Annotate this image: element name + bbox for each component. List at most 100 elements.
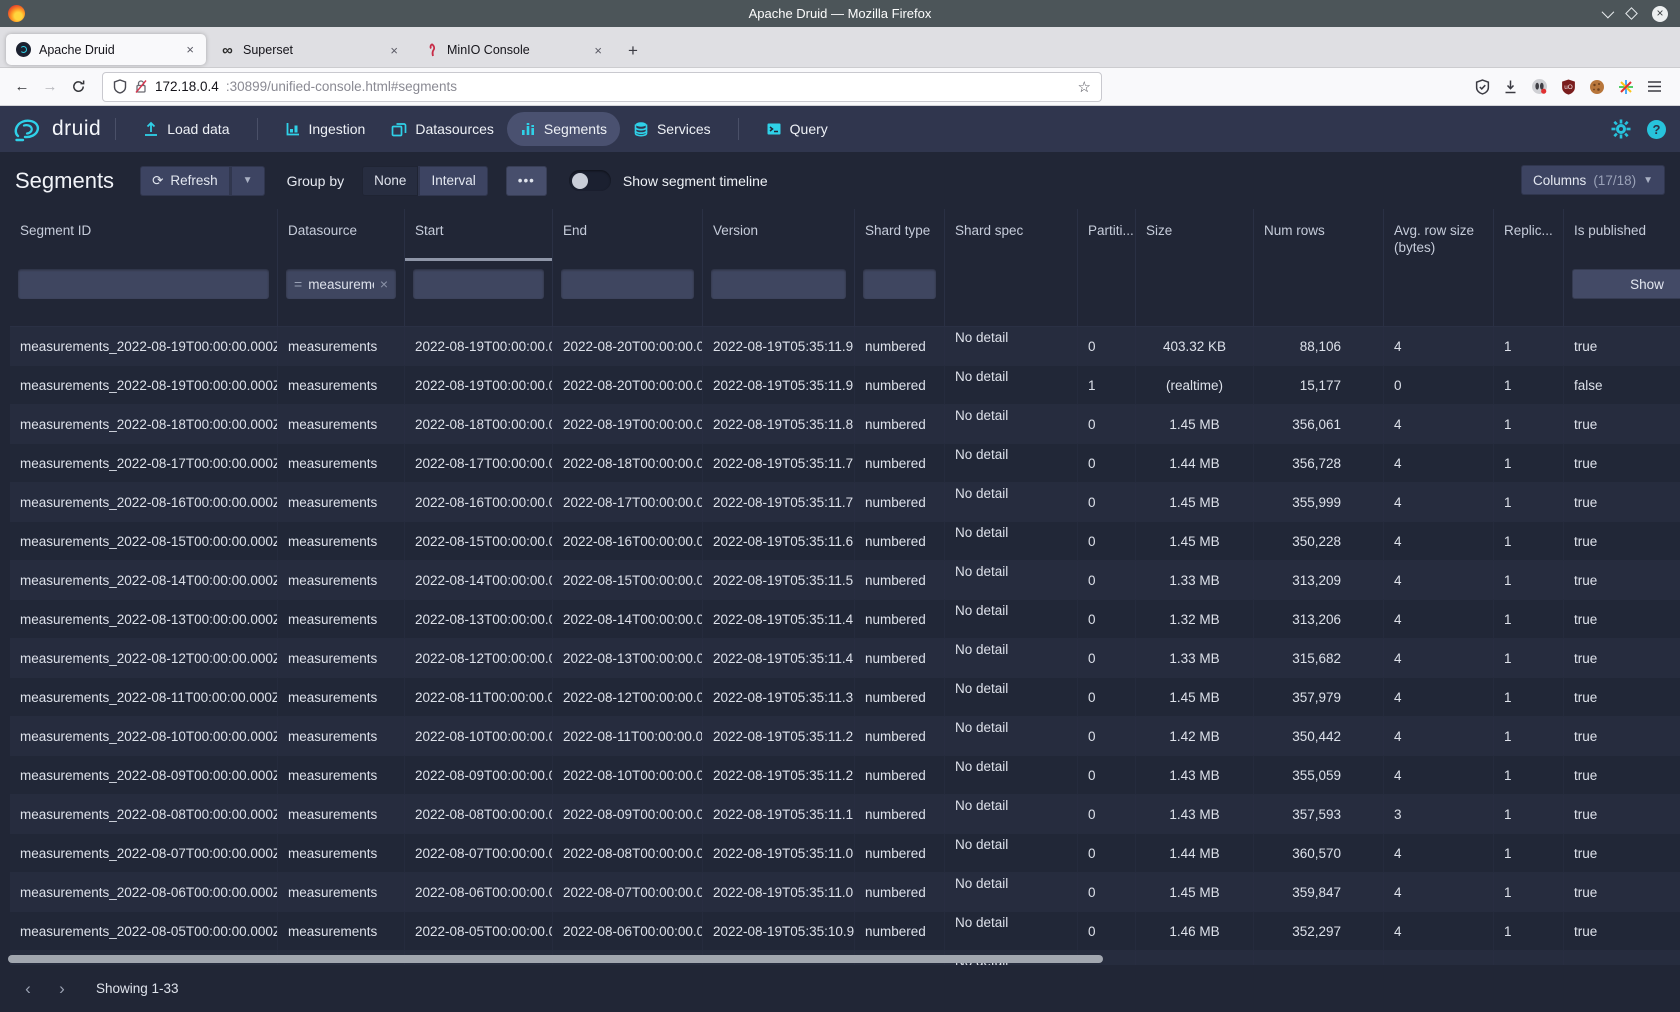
protections-shield-icon[interactable] xyxy=(1475,79,1490,95)
column-header-shard_type[interactable]: Shard type xyxy=(855,209,945,261)
filter-input-version[interactable] xyxy=(711,269,846,299)
filter-input-start[interactable] xyxy=(413,269,544,299)
table-row[interactable]: measurements_2022-08-13T00:00:00.000Z...… xyxy=(10,600,1680,639)
url-bar[interactable]: 172.18.0.4:30899/unified-console.html#se… xyxy=(102,72,1102,102)
column-header-num_rows[interactable]: Num rows xyxy=(1254,209,1384,261)
cell-partition: 0 xyxy=(1078,639,1136,677)
cell-value: 2022-08-11T00:00:00.0... xyxy=(563,729,703,744)
window-minimize-icon[interactable] xyxy=(1602,6,1615,19)
table-row[interactable]: measurements_2022-08-06T00:00:00.000Z...… xyxy=(10,873,1680,912)
column-header-replication[interactable]: Replic... xyxy=(1494,209,1564,261)
cell-value: measurements_2022-08-19T00:00:00.000Z... xyxy=(20,378,278,393)
containers-extension-icon[interactable] xyxy=(1531,78,1548,95)
table-row[interactable]: measurements_2022-08-10T00:00:00.000Z...… xyxy=(10,717,1680,756)
filter-tag-datasource[interactable]: =measureme× xyxy=(286,269,396,299)
tab-close-icon[interactable]: × xyxy=(592,43,604,58)
refresh-button[interactable]: ⟳ Refresh xyxy=(140,166,230,196)
nav-item-datasources[interactable]: Datasources xyxy=(378,112,507,146)
group-by-interval-button[interactable]: Interval xyxy=(418,166,487,196)
horizontal-scrollbar[interactable] xyxy=(0,954,1680,963)
cell-replication: 1 xyxy=(1494,873,1564,911)
cell-value: numbered xyxy=(865,690,926,705)
table-row[interactable]: measurements_2022-08-17T00:00:00.000Z...… xyxy=(10,444,1680,483)
downloads-icon[interactable] xyxy=(1503,79,1518,95)
cell-datasource: measurements xyxy=(278,483,405,521)
column-header-datasource[interactable]: Datasource xyxy=(278,209,405,261)
filter-input-shard_type[interactable] xyxy=(863,269,936,299)
bookmark-star-icon[interactable]: ☆ xyxy=(1078,78,1091,96)
table-row[interactable]: measurements_2022-08-14T00:00:00.000Z...… xyxy=(10,561,1680,600)
filter-input-end[interactable] xyxy=(561,269,694,299)
help-icon[interactable]: ? xyxy=(1647,120,1666,139)
more-options-button[interactable]: ••• xyxy=(506,166,547,196)
column-header-start[interactable]: Start xyxy=(405,209,553,261)
columns-button[interactable]: Columns (17/18) ▼ xyxy=(1521,165,1665,195)
prev-page-icon[interactable]: ‹ xyxy=(14,975,42,1003)
column-header-label: Segment ID xyxy=(20,223,238,240)
table-row[interactable]: measurements_2022-08-15T00:00:00.000Z...… xyxy=(10,522,1680,561)
druid-logo[interactable]: druid xyxy=(14,116,101,142)
filter-input-segment_id[interactable] xyxy=(18,269,269,299)
cell-version: 2022-08-19T05:35:11.2... xyxy=(703,756,855,794)
column-header-segment_id[interactable]: Segment ID xyxy=(10,209,278,261)
nav-item-segments[interactable]: Segments xyxy=(507,112,620,146)
close-icon[interactable]: × xyxy=(380,276,388,292)
window-close-button[interactable]: × xyxy=(1652,6,1668,22)
cell-value: 403.32 KB xyxy=(1163,339,1226,354)
cell-segment_id: measurements_2022-08-17T00:00:00.000Z... xyxy=(10,444,278,482)
segment-timeline-toggle[interactable] xyxy=(569,170,611,191)
table-row[interactable]: measurements_2022-08-09T00:00:00.000Z...… xyxy=(10,756,1680,795)
column-header-size[interactable]: Size xyxy=(1136,209,1254,261)
snowflake-extension-icon[interactable] xyxy=(1618,79,1634,95)
table-row[interactable]: measurements_2022-08-12T00:00:00.000Z...… xyxy=(10,639,1680,678)
table-row[interactable]: measurements_2022-08-07T00:00:00.000Z...… xyxy=(10,834,1680,873)
nav-item-ingestion[interactable]: Ingestion xyxy=(272,112,379,146)
url-path: :30899/unified-console.html#segments xyxy=(226,79,1071,94)
tab-superset[interactable]: ∞ Superset × xyxy=(210,33,410,67)
menu-hamburger-icon[interactable] xyxy=(1647,80,1662,93)
next-page-icon[interactable]: › xyxy=(48,975,76,1003)
cookie-icon[interactable] xyxy=(1589,79,1605,95)
scrollbar-thumb[interactable] xyxy=(8,955,1103,963)
permissions-shield-icon[interactable] xyxy=(113,79,127,94)
filter-cell-size xyxy=(1136,261,1254,326)
nav-item-load-data[interactable]: Load data xyxy=(130,112,242,146)
window-maximize-icon[interactable] xyxy=(1625,7,1638,20)
column-header-end[interactable]: End xyxy=(553,209,703,261)
cell-num_rows: 356,061 xyxy=(1254,405,1384,443)
column-header-avg_row_size[interactable]: Avg. row size (bytes) xyxy=(1384,209,1494,261)
back-icon[interactable]: ← xyxy=(8,73,36,101)
tab-close-icon[interactable]: × xyxy=(388,43,400,58)
table-row[interactable]: measurements_2022-08-19T00:00:00.000Z...… xyxy=(10,327,1680,366)
cell-shard_spec: No detail xyxy=(945,795,1078,833)
nav-item-services[interactable]: Services xyxy=(620,112,724,146)
group-by-none-button[interactable]: None xyxy=(362,166,418,196)
column-header-version[interactable]: Version xyxy=(703,209,855,261)
datasources-icon xyxy=(391,121,407,137)
table-row[interactable]: measurements_2022-08-11T00:00:00.000Z...… xyxy=(10,678,1680,717)
table-row[interactable]: measurements_2022-08-18T00:00:00.000Z...… xyxy=(10,405,1680,444)
new-tab-button[interactable]: + xyxy=(618,41,648,67)
cell-value: 315,682 xyxy=(1292,651,1341,666)
insecure-lock-icon[interactable] xyxy=(134,79,148,94)
column-header-is_published[interactable]: Is published xyxy=(1564,209,1680,261)
refresh-caret-button[interactable]: ▼ xyxy=(230,166,265,196)
divider xyxy=(115,118,116,140)
cell-value: No detail xyxy=(955,330,1008,345)
tab-minio-console[interactable]: MinIO Console × xyxy=(414,33,614,67)
tab-apache-druid[interactable]: Apache Druid × xyxy=(6,34,206,65)
column-header-shard_spec[interactable]: Shard spec xyxy=(945,209,1078,261)
table-row[interactable]: measurements_2022-08-08T00:00:00.000Z...… xyxy=(10,795,1680,834)
table-row[interactable]: measurements_2022-08-19T00:00:00.000Z...… xyxy=(10,366,1680,405)
nav-item-query[interactable]: Query xyxy=(753,112,841,146)
tab-close-icon[interactable]: × xyxy=(184,42,196,57)
ublock-icon[interactable]: uO xyxy=(1561,79,1576,95)
cell-end: 2022-08-17T00:00:00.0... xyxy=(553,483,703,521)
settings-gear-icon[interactable] xyxy=(1611,119,1631,139)
is-published-show-button[interactable]: Show xyxy=(1572,269,1680,299)
table-row[interactable]: measurements_2022-08-05T00:00:00.000Z...… xyxy=(10,912,1680,951)
cell-shard_spec: No detail xyxy=(945,717,1078,755)
reload-icon[interactable] xyxy=(64,73,92,101)
column-header-partition[interactable]: Partiti... xyxy=(1078,209,1136,261)
table-row[interactable]: measurements_2022-08-16T00:00:00.000Z...… xyxy=(10,483,1680,522)
